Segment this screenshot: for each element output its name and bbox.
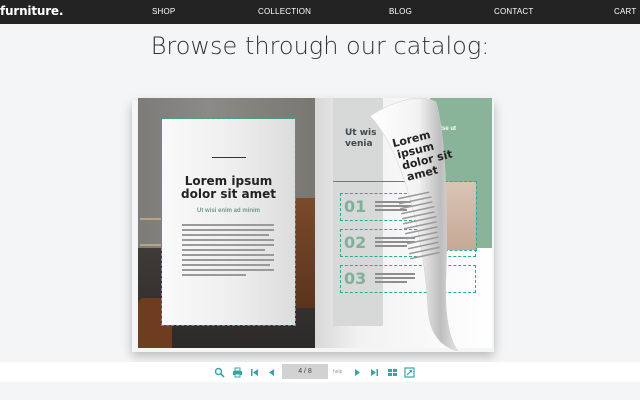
previous-page-icon[interactable] (266, 367, 277, 378)
page-indicator[interactable]: 4 / 8 (282, 364, 328, 379)
last-page-icon[interactable] (369, 367, 380, 378)
card-divider (212, 157, 246, 158)
item-number: 02 (344, 233, 367, 252)
nav-blog-link[interactable]: BLOG (389, 7, 412, 16)
left-page-subtitle: Ut wisi enim ad minim (196, 208, 260, 214)
page-curl[interactable]: Lorem ipsum dolor sit amet (368, 96, 460, 351)
left-page-title: Lorem ipsum dolor sit amet (162, 175, 295, 201)
left-title-line-2: dolor sit amet (181, 187, 276, 201)
nav-shop-link[interactable]: SHOP (152, 7, 175, 16)
print-icon[interactable] (232, 367, 243, 378)
help-label[interactable]: help (333, 369, 342, 375)
thumbnails-icon[interactable] (387, 367, 398, 378)
flipbook-toolbar: 4 / 8 help (0, 362, 640, 382)
page-heading: Browse through our catalog: (150, 32, 490, 60)
item-number: 03 (344, 269, 367, 288)
item-number: 01 (344, 197, 367, 216)
first-page-icon[interactable] (249, 367, 260, 378)
left-page-body-text (182, 224, 274, 279)
logo-text: furniture (0, 4, 59, 18)
logo-dot: . (58, 4, 64, 18)
room-shelf (140, 218, 164, 246)
nav-cart-link[interactable]: CART (614, 7, 636, 16)
fullscreen-icon[interactable] (404, 367, 415, 378)
left-page-card: Lorem ipsum dolor sit amet Ut wisi enim … (161, 118, 296, 326)
zoom-icon[interactable] (214, 367, 225, 378)
brand-logo[interactable]: furniture. (0, 4, 63, 18)
nav-contact-link[interactable]: CONTACT (494, 7, 533, 16)
nav-collection-link[interactable]: COLLECTION (258, 7, 311, 16)
next-page-icon[interactable] (352, 367, 363, 378)
top-navigation-bar: furniture. SHOP COLLECTION BLOG CONTACT … (0, 0, 640, 24)
